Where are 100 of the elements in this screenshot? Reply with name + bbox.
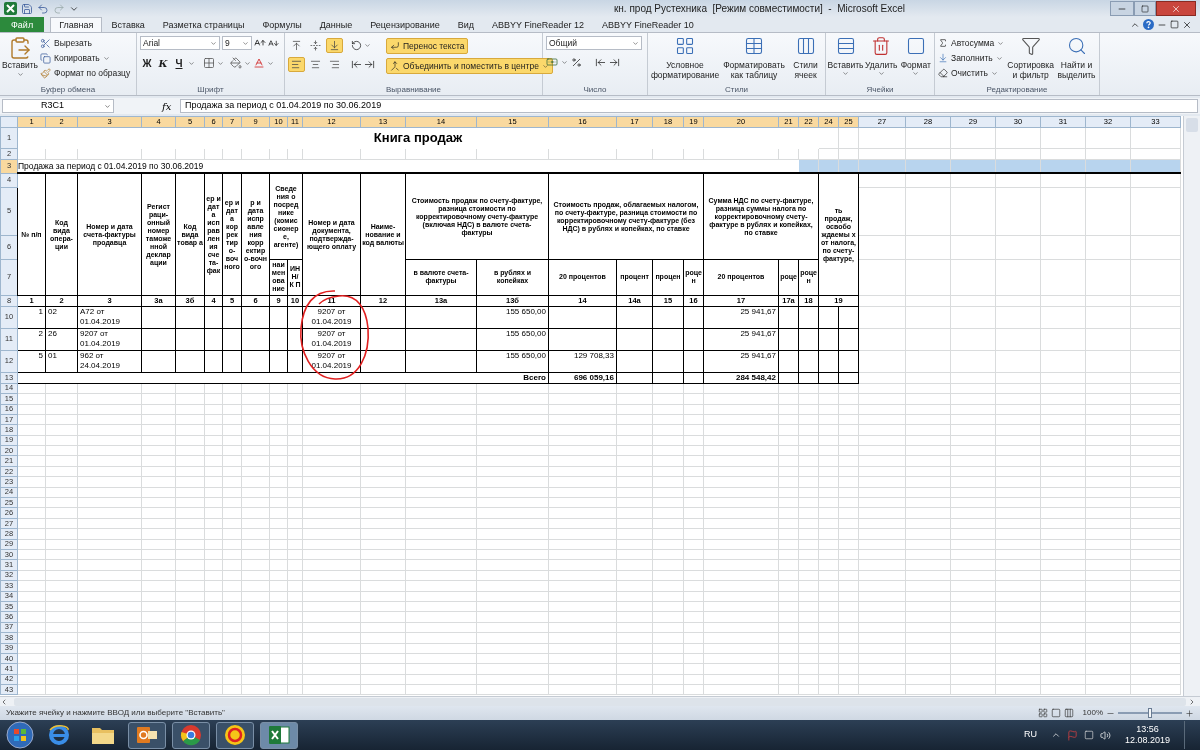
font-name-field[interactable]: Arial <box>140 36 220 50</box>
ribbon-tab[interactable]: ABBYY FineReader 12 <box>483 17 593 32</box>
paste-button[interactable]: Вставить <box>3 36 37 84</box>
zoom-in-icon[interactable] <box>1185 708 1194 718</box>
file-tab[interactable]: Файл <box>0 17 45 32</box>
underline-button[interactable]: Ч <box>172 56 186 70</box>
table-cell: 696 059,16 <box>548 372 617 384</box>
taskbar-button[interactable] <box>172 721 210 749</box>
normal-view-icon[interactable] <box>1037 708 1048 718</box>
volume-icon[interactable] <box>1099 729 1111 741</box>
font-size-field[interactable]: 9 <box>222 36 252 50</box>
ribbon-tab[interactable]: Главная <box>50 17 103 32</box>
close-icon[interactable] <box>1182 19 1192 30</box>
columns-icon <box>795 36 816 56</box>
dropdown-icon[interactable] <box>561 58 568 66</box>
bold-button[interactable]: Ж <box>140 56 154 70</box>
excel-logo-icon <box>4 2 17 15</box>
window-title: кн. прод Рустехника [Режим совместимости] - Microsoft Excel <box>613 2 906 16</box>
ribbon-tab[interactable]: Данные <box>310 17 362 32</box>
autosum-button[interactable]: Автосумма <box>938 36 1005 50</box>
dropdown-icon[interactable] <box>217 59 224 67</box>
dropdown-icon[interactable] <box>188 59 195 67</box>
dropdown-icon[interactable] <box>244 59 251 67</box>
percent-icon[interactable] <box>571 56 582 68</box>
ribbon-tab[interactable]: Разметка страницы <box>153 17 254 32</box>
dropdown-icon[interactable] <box>364 42 371 49</box>
table-cell: 25 941,67 <box>703 328 779 351</box>
wrap-icon <box>390 41 400 51</box>
name-box[interactable]: R3C1 <box>2 99 114 113</box>
format-painter-button[interactable]: Формат по образцу <box>40 66 131 80</box>
taskbar-button[interactable] <box>260 721 298 749</box>
insert-cells-button[interactable]: Вставить <box>829 36 862 84</box>
cut-button[interactable]: Вырезать <box>40 36 131 50</box>
scissors-icon <box>40 37 51 49</box>
ribbon-tab[interactable]: ABBYY FineReader 10 <box>592 17 703 32</box>
decrease-decimal-icon[interactable] <box>609 56 620 68</box>
format-cells-button[interactable]: Формат <box>900 36 931 84</box>
table-cell: 25 941,67 <box>703 350 779 373</box>
wrap-text-button[interactable]: Перенос текста <box>386 38 469 54</box>
slider-thumb[interactable] <box>1148 708 1152 718</box>
ribbon-tab[interactable]: Вставка <box>102 17 154 32</box>
clock[interactable]: 13:56 12.08.2019 <box>1116 724 1178 746</box>
function-label[interactable]: fx <box>162 98 176 114</box>
vertical-scrollbar[interactable] <box>1183 116 1200 696</box>
align-left-button[interactable] <box>288 57 305 72</box>
decrease-indent-icon[interactable] <box>351 59 362 70</box>
scroll-left-icon <box>0 697 8 706</box>
restore-icon[interactable] <box>1170 20 1179 29</box>
group-label: Ячейки <box>866 84 894 95</box>
align-bottom-button[interactable] <box>326 38 343 53</box>
delete-cells-button[interactable]: Удалить <box>865 36 898 84</box>
page-break-icon[interactable] <box>1063 708 1074 718</box>
increase-indent-icon[interactable] <box>364 59 375 70</box>
table-icon <box>744 36 764 56</box>
sort-filter-button[interactable]: Сортировка и фильтр <box>1007 36 1054 84</box>
start-button[interactable] <box>6 721 34 749</box>
table-cell: 9207 от 01.04.2019 <box>302 306 361 329</box>
minimize-button[interactable] <box>1110 1 1134 16</box>
clear-button[interactable]: Очистить <box>938 66 1005 80</box>
font-color-icon[interactable] <box>253 57 265 69</box>
align-bottom-icon <box>329 40 340 51</box>
italic-button[interactable]: К <box>156 56 170 70</box>
cell-styles-button[interactable]: Стили ячеек <box>789 36 822 84</box>
table-cell: 9207 от 01.04.2019 <box>77 328 142 351</box>
flag-icon[interactable] <box>1066 729 1078 741</box>
zoom-percent[interactable]: 100% <box>1082 707 1103 719</box>
dropdown-icon[interactable] <box>267 59 274 67</box>
scroll-right-icon <box>1188 697 1196 706</box>
find-select-button[interactable]: Найти и выделить <box>1057 36 1096 84</box>
table-format-button[interactable]: Форматировать как таблицу <box>722 36 786 84</box>
currency-icon[interactable] <box>546 56 558 68</box>
language-indicator[interactable]: RU <box>1023 728 1037 742</box>
chrome-icon <box>180 724 202 746</box>
copy-button[interactable]: Копировать <box>40 51 131 65</box>
orientation-icon[interactable] <box>351 40 362 51</box>
grow-font-icon[interactable] <box>254 37 266 49</box>
increase-decimal-icon[interactable] <box>595 56 606 68</box>
fill-color-icon[interactable] <box>230 57 242 69</box>
ribbon-tab[interactable]: Рецензирование <box>361 17 449 32</box>
borders-icon[interactable] <box>203 57 215 69</box>
save-icon[interactable] <box>21 2 33 15</box>
undo-icon[interactable] <box>37 2 49 15</box>
conditional-format-button[interactable]: Условное форматирование <box>651 36 719 84</box>
taskbar-button[interactable] <box>128 721 166 749</box>
horizontal-scrollbar[interactable] <box>0 696 1200 706</box>
align-middle-button[interactable] <box>307 38 324 53</box>
shrink-font-icon[interactable] <box>268 37 279 49</box>
fill-button[interactable]: Заполнить <box>938 51 1005 65</box>
table-cell: Продажа за период с 01.04.2019 по 30.06.2019 <box>17 159 799 174</box>
merge-center-button[interactable]: Объединить и поместить в центре <box>386 58 553 74</box>
ribbon-tab[interactable]: Формулы <box>253 17 311 32</box>
search-icon <box>1066 36 1087 56</box>
taskbar-button[interactable] <box>216 721 254 749</box>
number-format-field[interactable]: Общий <box>546 36 642 50</box>
ribbon-tab[interactable]: Вид <box>448 17 483 32</box>
formula-field[interactable]: Продажа за период с 01.04.2019 по 30.06.2019 <box>180 99 1198 113</box>
page-layout-icon[interactable] <box>1050 708 1061 718</box>
group-label: Редактирование <box>986 84 1048 95</box>
rows-icon <box>835 36 856 56</box>
help-icon[interactable] <box>1143 19 1154 30</box>
